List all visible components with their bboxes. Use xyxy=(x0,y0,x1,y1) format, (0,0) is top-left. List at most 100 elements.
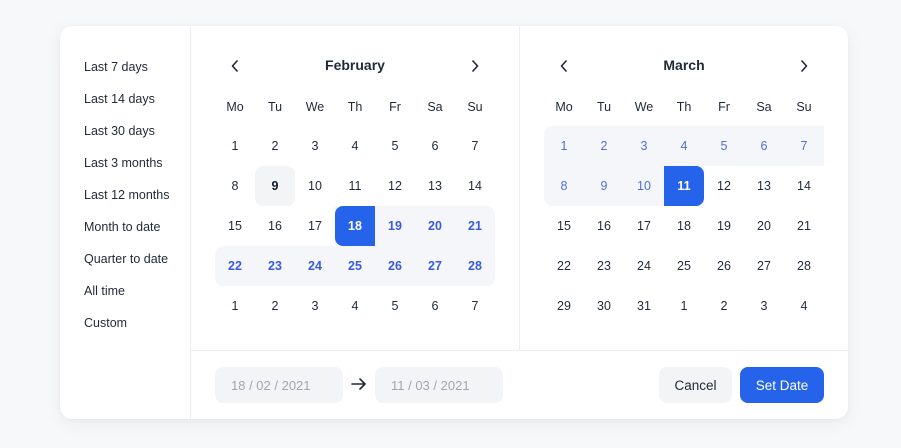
day-cell[interactable]: 15 xyxy=(544,206,584,246)
day-cell[interactable]: 7 xyxy=(455,286,495,326)
cancel-button[interactable]: Cancel xyxy=(659,367,732,403)
date-range-picker: Last 7 days Last 14 days Last 30 days Last … xyxy=(60,26,848,419)
day-cell[interactable]: 9 xyxy=(584,166,624,206)
weekday-header: We xyxy=(305,100,325,114)
day-cell[interactable]: 20 xyxy=(415,206,455,246)
footer-divider xyxy=(191,350,848,351)
day-cell[interactable]: 4 xyxy=(335,126,375,166)
day-cell[interactable]: 7 xyxy=(784,126,824,166)
preset-last-12-months[interactable]: Last 12 months xyxy=(84,187,169,203)
day-cell[interactable]: 5 xyxy=(375,126,415,166)
weekday-header: Fr xyxy=(389,100,401,114)
day-cell[interactable]: 1 xyxy=(215,126,255,166)
day-cell[interactable]: 1 xyxy=(215,286,255,326)
day-cell[interactable]: 21 xyxy=(784,206,824,246)
day-cell[interactable]: 27 xyxy=(415,246,455,286)
preset-last-14-days[interactable]: Last 14 days xyxy=(84,91,155,107)
preset-all-time[interactable]: All time xyxy=(84,283,125,299)
day-cell[interactable]: 10 xyxy=(295,166,335,206)
preset-month-to-date[interactable]: Month to date xyxy=(84,219,160,235)
chevron-right-icon[interactable] xyxy=(794,55,814,77)
day-cell[interactable]: 11 xyxy=(335,166,375,206)
day-cell[interactable]: 17 xyxy=(624,206,664,246)
day-cell[interactable]: 4 xyxy=(335,286,375,326)
preset-quarter-to-date[interactable]: Quarter to date xyxy=(84,251,168,267)
day-cell[interactable]: 26 xyxy=(704,246,744,286)
day-cell[interactable]: 14 xyxy=(784,166,824,206)
day-cell[interactable]: 12 xyxy=(704,166,744,206)
weekday-header: Su xyxy=(796,100,812,114)
start-date-input[interactable] xyxy=(215,367,343,403)
day-cell[interactable]: 31 xyxy=(624,286,664,326)
day-cell[interactable]: 30 xyxy=(584,286,624,326)
day-cell[interactable]: 1 xyxy=(544,126,584,166)
day-cell[interactable]: 2 xyxy=(255,126,295,166)
day-cell[interactable]: 15 xyxy=(215,206,255,246)
day-cell[interactable]: 9 xyxy=(255,166,295,206)
day-cell[interactable]: 26 xyxy=(375,246,415,286)
end-date-input[interactable] xyxy=(375,367,503,403)
day-cell[interactable]: 22 xyxy=(544,246,584,286)
day-cell[interactable]: 2 xyxy=(704,286,744,326)
arrow-right-icon xyxy=(351,378,366,390)
day-cell[interactable]: 3 xyxy=(744,286,784,326)
day-cell[interactable]: 3 xyxy=(624,126,664,166)
day-cell[interactable]: 29 xyxy=(544,286,584,326)
day-cell[interactable]: 3 xyxy=(295,126,335,166)
weekday-header: We xyxy=(634,100,654,114)
preset-last-3-months[interactable]: Last 3 months xyxy=(84,155,163,171)
day-cell[interactable]: 20 xyxy=(744,206,784,246)
day-cell[interactable]: 10 xyxy=(624,166,664,206)
day-cell[interactable]: 16 xyxy=(255,206,295,246)
day-cell[interactable]: 2 xyxy=(584,126,624,166)
day-cell[interactable]: 19 xyxy=(704,206,744,246)
day-cell[interactable]: 4 xyxy=(664,126,704,166)
day-cell[interactable]: 5 xyxy=(704,126,744,166)
day-cell[interactable]: 13 xyxy=(415,166,455,206)
day-cell[interactable]: 5 xyxy=(375,286,415,326)
day-cell[interactable]: 25 xyxy=(664,246,704,286)
chevron-left-icon[interactable] xyxy=(554,55,574,77)
weekday-header: Tu xyxy=(267,100,283,114)
set-date-button[interactable]: Set Date xyxy=(740,367,824,403)
weekday-header: Tu xyxy=(596,100,612,114)
day-cell[interactable]: 18 xyxy=(335,206,375,246)
preset-last-7-days[interactable]: Last 7 days xyxy=(84,59,148,75)
day-cell[interactable]: 28 xyxy=(455,246,495,286)
day-cell[interactable]: 1 xyxy=(664,286,704,326)
day-cell[interactable]: 24 xyxy=(624,246,664,286)
weekday-header: Sa xyxy=(427,100,443,114)
day-cell[interactable]: 23 xyxy=(584,246,624,286)
day-cell[interactable]: 13 xyxy=(744,166,784,206)
weekday-header: Th xyxy=(347,100,363,114)
day-cell[interactable]: 27 xyxy=(744,246,784,286)
day-cell[interactable]: 25 xyxy=(335,246,375,286)
month-title: March xyxy=(663,57,705,73)
day-cell[interactable]: 22 xyxy=(215,246,255,286)
day-cell[interactable]: 16 xyxy=(584,206,624,246)
day-cell[interactable]: 14 xyxy=(455,166,495,206)
day-cell[interactable]: 7 xyxy=(455,126,495,166)
day-cell[interactable]: 6 xyxy=(415,286,455,326)
day-cell[interactable]: 17 xyxy=(295,206,335,246)
day-cell[interactable]: 3 xyxy=(295,286,335,326)
day-cell[interactable]: 2 xyxy=(255,286,295,326)
day-cell[interactable]: 8 xyxy=(544,166,584,206)
day-cell[interactable]: 6 xyxy=(744,126,784,166)
day-cell[interactable]: 28 xyxy=(784,246,824,286)
day-cell[interactable]: 4 xyxy=(784,286,824,326)
preset-last-30-days[interactable]: Last 30 days xyxy=(84,123,155,139)
day-cell[interactable]: 18 xyxy=(664,206,704,246)
day-cell[interactable]: 6 xyxy=(415,126,455,166)
day-cell[interactable]: 21 xyxy=(455,206,495,246)
day-cell[interactable]: 12 xyxy=(375,166,415,206)
day-cell[interactable]: 11 xyxy=(664,166,704,206)
day-cell[interactable]: 8 xyxy=(215,166,255,206)
day-cell[interactable]: 19 xyxy=(375,206,415,246)
weekday-header: Su xyxy=(467,100,483,114)
chevron-left-icon[interactable] xyxy=(225,55,245,77)
day-cell[interactable]: 23 xyxy=(255,246,295,286)
day-cell[interactable]: 24 xyxy=(295,246,335,286)
preset-custom[interactable]: Custom xyxy=(84,315,127,331)
chevron-right-icon[interactable] xyxy=(465,55,485,77)
